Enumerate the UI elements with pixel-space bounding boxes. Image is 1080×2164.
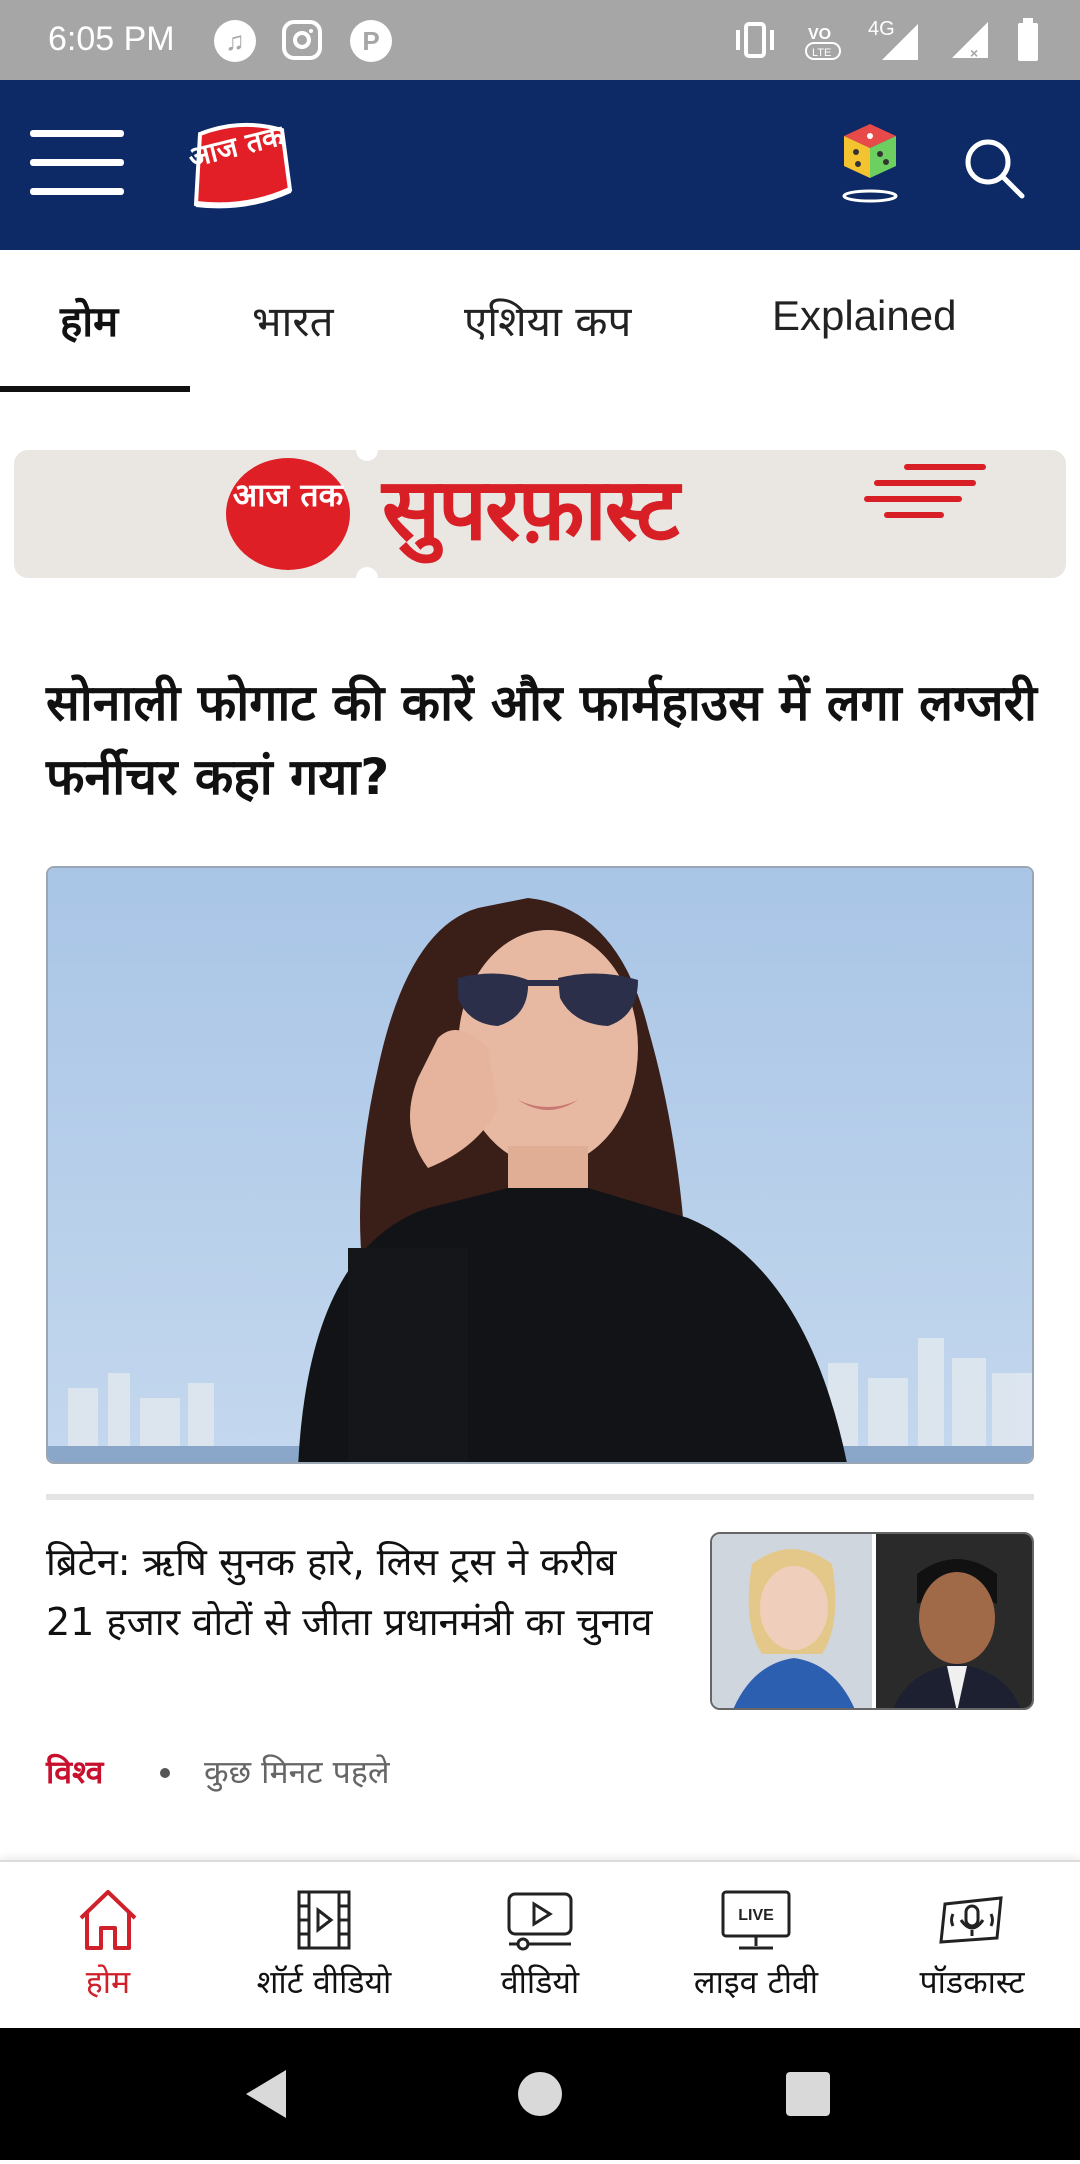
network-type-label: 4G [868,18,895,40]
podcast-icon [939,1896,1003,1944]
superfast-banner[interactable]: आज तक सुपरफ़ास्ट [14,450,1066,578]
banner-notch-top [356,450,378,461]
hero-photo [48,868,1032,1462]
speed-line-2 [874,480,976,486]
speed-line-1 [904,464,986,470]
recents-icon[interactable] [786,2072,830,2116]
active-tab-indicator [0,386,190,392]
signal-4g-icon: 4G [868,18,924,62]
live-badge-text: LIVE [738,1907,774,1924]
nav-short-video[interactable]: शॉर्ट वीडियो [216,1884,432,2003]
menu-bar-1 [30,130,124,137]
content-divider [46,1494,1034,1500]
story-headline[interactable]: ब्रिटेन: ऋषि सुनक हारे, लिस ट्रस ने करीब… [46,1532,676,1652]
menu-bar-2 [30,159,124,166]
tab-asia-cup[interactable]: एशिया कप [464,292,631,349]
story-thumbnail-image [712,1534,1032,1708]
nav-video-label: वीडियो [500,1963,580,2001]
video-icon [507,1892,573,1951]
nav-home[interactable]: होम [0,1884,216,2003]
status-time: 6:05 PM [48,20,175,58]
music-app-icon: ♫ [214,20,256,62]
search-icon[interactable] [962,136,1026,200]
nav-podcast-label: पॉडकास्ट [919,1963,1025,2001]
battery-icon [1016,18,1040,62]
story-category[interactable]: विश्व [46,1750,103,1793]
svg-text:LTE: LTE [812,47,831,59]
menu-bar-3 [30,188,124,195]
category-tabs: होम भारत एशिया कप Explained [0,250,1080,395]
nav-podcast[interactable]: पॉडकास्ट [864,1884,1080,2003]
pocket-p-icon: P [350,20,392,62]
home-circle-icon[interactable] [518,2072,562,2116]
live-tv-icon: LIVE [721,1890,791,1950]
tab-explained[interactable]: Explained [772,292,956,340]
volte-icon: VO LTE [804,18,844,62]
nav-video[interactable]: वीडियो [432,1884,648,2003]
vibrate-icon [730,18,780,62]
aajtak-logo[interactable]: आज तक [185,118,294,214]
superfast-logo: आज तक [226,458,350,570]
back-icon[interactable] [246,2070,286,2118]
speed-line-3 [864,496,962,502]
meta-separator-dot [160,1768,170,1778]
nav-short-video-label: शॉर्ट वीडियो [256,1963,392,2001]
app-header: आज तक [0,80,1080,250]
short-video-icon [297,1890,351,1950]
banner-notch-bottom [356,567,378,578]
svg-text:×: × [970,45,978,61]
nav-live-tv[interactable]: LIVE लाइव टीवी [648,1884,864,2003]
superfast-title: सुपरफ़ास्ट [382,460,680,560]
instagram-icon [282,20,322,60]
story-thumbnail[interactable] [710,1532,1034,1710]
tab-bharat[interactable]: भारत [252,292,334,349]
speed-line-4 [884,512,944,518]
bottom-nav: होम शॉर्ट वीडियो वीडियो LIVE लाइव टीवी प… [0,1860,1080,2028]
lead-story-headline[interactable]: सोनाली फोगाट की कारें और फार्महाउस में ल… [46,666,1046,814]
home-icon [79,1890,137,1950]
menu-button[interactable] [30,130,124,200]
status-right-icons: VO LTE 4G × [730,16,1040,64]
status-bar: 6:05 PM ♫ P VO LTE 4G × [0,0,1080,80]
tab-home[interactable]: होम [60,292,118,349]
nav-live-tv-label: लाइव टीवी [693,1963,819,2001]
dice-game-icon[interactable] [838,120,902,204]
story-timestamp: कुछ मिनट पहले [204,1753,390,1791]
lead-story-image[interactable] [46,866,1034,1464]
nav-home-label: होम [85,1963,131,2001]
system-navigation-bar [0,2028,1080,2160]
signal-icon: × [948,18,992,62]
svg-text:VO: VO [808,26,831,43]
